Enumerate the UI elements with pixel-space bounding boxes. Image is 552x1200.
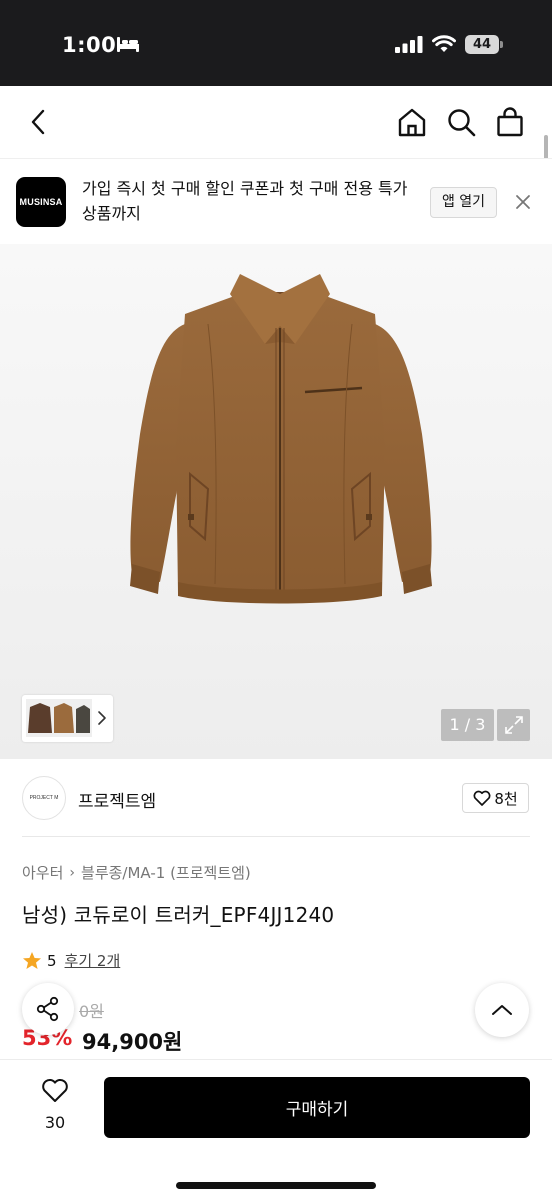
battery-tip bbox=[500, 41, 503, 48]
share-button[interactable] bbox=[22, 983, 74, 1035]
brand-like-button[interactable]: 8천 bbox=[462, 783, 529, 813]
status-bar: 1:00 44 bbox=[0, 0, 552, 86]
bed-icon bbox=[117, 37, 139, 52]
chevron-up-icon bbox=[492, 1005, 512, 1015]
buy-button[interactable]: 구매하기 bbox=[104, 1077, 530, 1138]
home-button[interactable] bbox=[393, 103, 431, 141]
star-icon bbox=[23, 951, 41, 969]
rating-value: 5 bbox=[47, 951, 57, 970]
breadcrumb-item-outer[interactable]: 아우터 bbox=[22, 862, 63, 883]
shopping-bag-icon bbox=[497, 107, 523, 137]
status-time: 1:00 bbox=[62, 33, 117, 57]
product-like-button[interactable]: 30 bbox=[30, 1078, 80, 1138]
cart-button[interactable] bbox=[491, 103, 529, 141]
open-app-button[interactable]: 앱 열기 bbox=[430, 187, 497, 218]
breadcrumb-item-blouson[interactable]: 블루종/MA-1 (프로젝트엠) bbox=[81, 862, 251, 883]
back-arrow-icon bbox=[31, 109, 45, 135]
expand-icon bbox=[504, 716, 523, 734]
product-image-gallery[interactable]: 1 / 3 bbox=[0, 244, 552, 759]
musinsa-logo: MUSINSA bbox=[16, 177, 66, 227]
top-nav bbox=[0, 86, 552, 158]
product-like-count: 30 bbox=[44, 1113, 66, 1132]
rating-row: 5 후기 2개 bbox=[22, 950, 120, 971]
heart-outline-icon bbox=[42, 1078, 68, 1102]
breadcrumb: 아우터 › 블루종/MA-1 (프로젝트엠) bbox=[22, 862, 251, 883]
brand-like-count: 8천 bbox=[494, 789, 518, 808]
search-button[interactable] bbox=[442, 103, 480, 141]
app-install-banner: MUSINSA 가입 즉시 첫 구매 할인 쿠폰과 첫 구매 전용 특가 상품까… bbox=[0, 158, 552, 244]
image-page-counter: 1 / 3 bbox=[441, 709, 494, 741]
thumbnail-strip[interactable] bbox=[22, 695, 113, 742]
home-indicator bbox=[176, 1182, 376, 1189]
expand-image-button[interactable] bbox=[497, 709, 530, 741]
breadcrumb-separator: › bbox=[69, 864, 76, 881]
thumbnail-images bbox=[26, 699, 92, 737]
product-photo-corduroy-jacket bbox=[130, 274, 432, 604]
divider bbox=[22, 836, 530, 837]
product-title: 남성) 코듀로이 트러커_EPF4JJ1240 bbox=[22, 903, 335, 927]
original-price: 0원 bbox=[79, 1002, 104, 1021]
banner-text: 가입 즉시 첫 구매 할인 쿠폰과 첫 구매 전용 특가 상품까지 bbox=[82, 179, 408, 223]
brand-logo: PROJECT M bbox=[22, 776, 66, 820]
scroll-to-top-button[interactable] bbox=[475, 983, 529, 1037]
signal-icon bbox=[395, 36, 423, 53]
chevron-right-icon[interactable] bbox=[96, 710, 108, 726]
share-icon bbox=[36, 996, 59, 1022]
heart-outline-icon bbox=[473, 790, 491, 806]
bottom-action-bar: 30 구매하기 bbox=[0, 1059, 552, 1200]
wifi-icon bbox=[432, 35, 456, 52]
battery-icon: 44 bbox=[465, 35, 503, 54]
sale-price: 94,900원 bbox=[82, 1030, 183, 1054]
home-icon bbox=[398, 108, 426, 137]
brand-name[interactable]: 프로젝트엠 bbox=[78, 787, 156, 812]
battery-level: 44 bbox=[465, 35, 499, 54]
search-icon bbox=[448, 109, 476, 137]
close-icon[interactable] bbox=[512, 191, 534, 213]
review-link[interactable]: 후기 2개 bbox=[65, 950, 121, 971]
back-button[interactable] bbox=[20, 103, 58, 141]
brand-row[interactable]: PROJECT M 프로젝트엠 8천 bbox=[0, 759, 552, 837]
